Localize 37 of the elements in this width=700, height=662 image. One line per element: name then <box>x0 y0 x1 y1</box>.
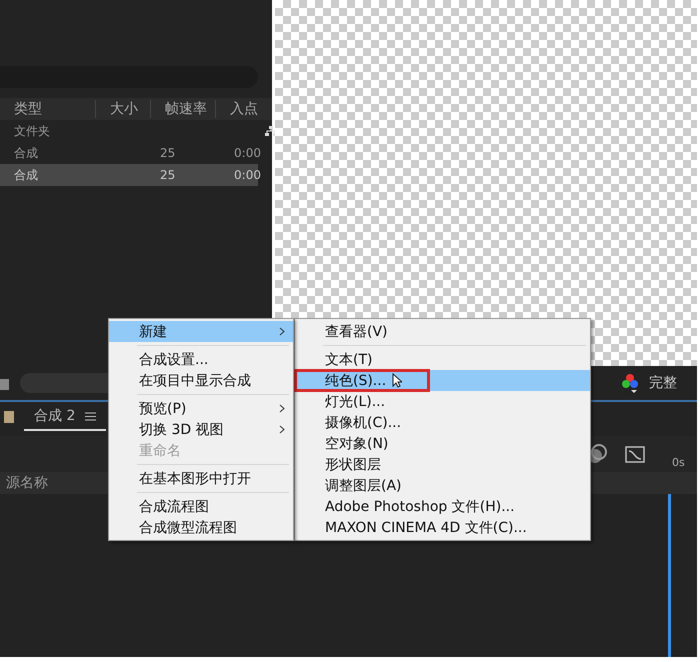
menu-item[interactable]: 形状图层 <box>295 454 590 475</box>
time-ruler-label: 0s <box>672 456 685 469</box>
menu-item[interactable]: 摄像机(C)... <box>295 412 590 433</box>
menu-item[interactable]: 预览(P) <box>109 398 293 419</box>
frame-rate-cell-text: 25 <box>159 168 176 182</box>
menu-item[interactable]: 空对象(N) <box>295 433 590 454</box>
column-header[interactable]: 类型 <box>0 100 95 118</box>
frame-rate-cell-text: 25 <box>159 146 176 160</box>
menu-item[interactable]: 在基本图形中打开 <box>109 468 293 489</box>
type-cell-text: 文件夹 <box>13 122 51 140</box>
graph-editor-icon[interactable] <box>625 445 645 463</box>
menu-item[interactable]: 合成设置... <box>109 349 293 370</box>
column-header[interactable]: 大小 <box>95 100 150 118</box>
menu-item[interactable]: 合成微型流程图 <box>109 517 293 538</box>
menu-item[interactable]: 查看器(V) <box>295 321 590 342</box>
color-channels-icon[interactable] <box>621 373 639 393</box>
menu-item[interactable]: 在项目中显示合成 <box>109 370 293 391</box>
source-name-header[interactable]: 源名称 <box>6 474 48 492</box>
project-row[interactable]: 合成 25 0:00 <box>0 164 258 186</box>
menu-item[interactable]: 新建 <box>109 321 293 342</box>
menu-item[interactable]: MAXON CINEMA 4D 文件(C)... <box>295 517 590 538</box>
menu-item[interactable]: Adobe Photoshop 文件(H)... <box>295 496 590 517</box>
cursor-icon <box>392 373 402 388</box>
menu-item[interactable]: 纯色(S)... <box>295 370 590 391</box>
menu-item[interactable]: 文本(T) <box>295 349 590 370</box>
color-swatch <box>4 411 14 423</box>
menu-item[interactable]: 调整图层(A) <box>295 475 590 496</box>
type-cell-text: 合成 <box>13 144 39 162</box>
column-header[interactable]: 帧速率 <box>150 100 215 118</box>
type-cell-text: 合成 <box>13 166 39 184</box>
menu-icon[interactable] <box>85 412 96 420</box>
menu-item[interactable]: 切换 3D 视图 <box>109 419 293 440</box>
column-header[interactable]: 入点 <box>215 100 265 118</box>
menu-item[interactable]: 灯光(L)... <box>295 391 590 412</box>
menu-item[interactable]: 合成流程图 <box>109 496 293 517</box>
resolution-label[interactable]: 完整 <box>649 374 677 392</box>
composition-tab[interactable]: 合成 2 <box>24 403 106 431</box>
